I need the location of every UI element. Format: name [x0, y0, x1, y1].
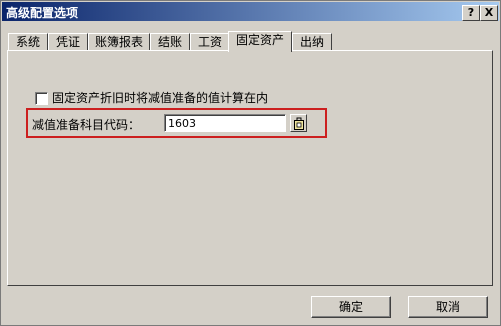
tab-closing[interactable]: 结账: [150, 33, 190, 51]
lookup-icon: [294, 117, 304, 130]
tab-fixed-assets[interactable]: 固定资产: [228, 31, 292, 52]
ok-button[interactable]: 确定: [311, 296, 391, 318]
window-title: 高级配置选项: [6, 6, 79, 20]
tab-payroll[interactable]: 工资: [190, 33, 230, 51]
cancel-button[interactable]: 取消: [408, 296, 488, 318]
account-lookup-button[interactable]: [290, 114, 307, 132]
include-impairment-label: 固定资产折旧时将减值准备的值计算在内: [52, 91, 269, 105]
impairment-account-label: 减值准备科目代码：: [32, 118, 141, 132]
tab-cashier[interactable]: 出纳: [292, 33, 332, 51]
tab-system[interactable]: 系统: [8, 33, 48, 51]
help-button[interactable]: ?: [462, 5, 480, 21]
tab-panel: [7, 50, 493, 286]
include-impairment-checkbox[interactable]: [35, 92, 48, 105]
tab-ledger-reports[interactable]: 账簿报表: [88, 33, 150, 51]
title-bar: 高级配置选项 ? X: [2, 2, 499, 21]
impairment-account-input[interactable]: [164, 114, 286, 132]
close-button[interactable]: X: [480, 5, 498, 21]
tab-voucher[interactable]: 凭证: [48, 33, 88, 51]
